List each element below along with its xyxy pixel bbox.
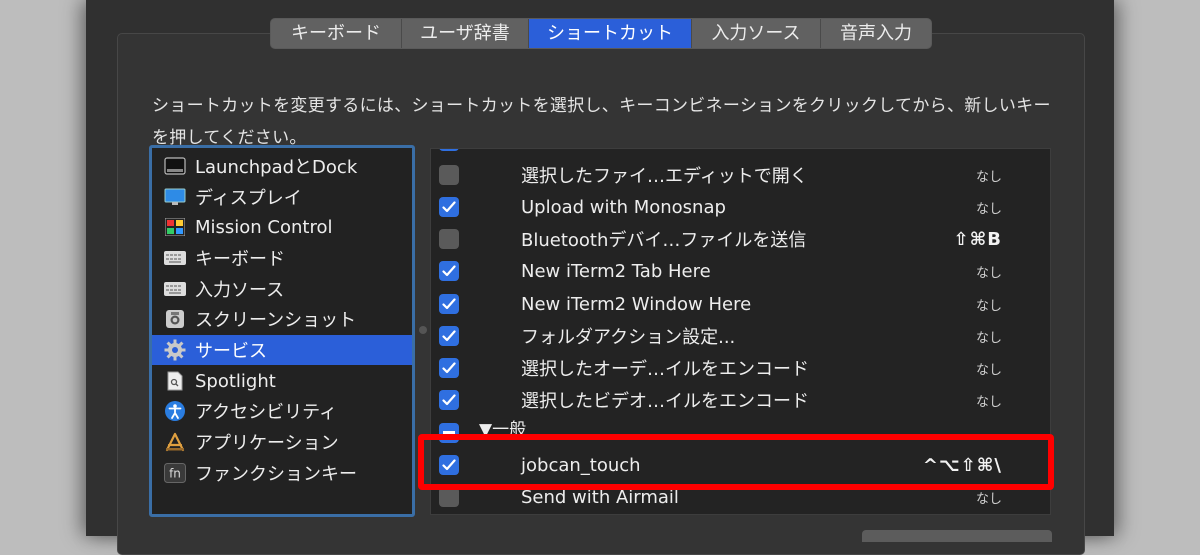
checkbox[interactable] (439, 326, 459, 346)
sidebar-item-services[interactable]: サービス (152, 335, 412, 365)
checkbox[interactable] (439, 149, 459, 151)
keyboard-icon (164, 247, 186, 269)
shortcut-key[interactable]: ^⌥⇧⌘\ (923, 455, 1002, 476)
group-label: ▼一般 (479, 420, 527, 440)
svg-text:fn: fn (169, 467, 181, 481)
sidebar-item-label: アクセシビリティ (195, 402, 338, 423)
shortcut-list[interactable]: 選択したファイ…エディットで開く なし Upload with Monosnap… (430, 148, 1051, 515)
sidebar-item-input-sources[interactable]: 入力ソース (152, 274, 412, 304)
sidebar-item-label: Spotlight (195, 370, 276, 392)
sidebar-item-label: サービス (195, 341, 267, 362)
sidebar-item-label: ディスプレイ (195, 188, 302, 209)
shortcut-name: Upload with Monosnap (521, 196, 726, 218)
sidebar-item-screenshots[interactable]: スクリーンショット (152, 304, 412, 334)
tab-user-dictionary[interactable]: ユーザ辞書 (402, 19, 529, 48)
tab-input-sources[interactable]: 入力ソース (692, 19, 821, 48)
sidebar-item-label: アプリケーション (195, 433, 339, 454)
spotlight-icon (164, 370, 186, 392)
checkbox[interactable] (439, 487, 459, 507)
list-row[interactable]: New iTerm2 Tab Here なし (431, 255, 1050, 287)
shortcut-key[interactable]: なし (976, 488, 1002, 507)
sidebar-item-accessibility[interactable]: アクセシビリティ (152, 396, 412, 426)
shortcut-category-list[interactable]: LaunchpadとDock ディスプレイ Mission Control キー… (149, 145, 415, 517)
sidebar-item-launchpad-dock[interactable]: LaunchpadとDock (152, 151, 412, 181)
shortcut-name: Send with Airmail (521, 486, 679, 508)
sidebar-item-label: キーボード (195, 249, 285, 270)
input-source-icon (164, 278, 186, 300)
fn-key-icon: fn (164, 462, 186, 484)
sidebar-item-display[interactable]: ディスプレイ (152, 182, 412, 212)
shortcut-key[interactable]: なし (976, 327, 1002, 346)
tab-dictation[interactable]: 音声入力 (821, 19, 931, 48)
sidebar-item-label: LaunchpadとDock (195, 157, 358, 178)
list-row[interactable]: Bluetoothデバイ…ファイルを送信 ⇧⌘B (431, 223, 1050, 255)
checkbox[interactable] (439, 261, 459, 281)
shortcut-key[interactable]: なし (976, 359, 1002, 378)
group-header-general[interactable]: ▼一般 (431, 417, 1050, 443)
display-icon (164, 186, 186, 208)
accessibility-icon (164, 400, 186, 422)
tab-keyboard[interactable]: キーボード (271, 19, 402, 48)
checkbox[interactable] (439, 197, 459, 217)
shortcut-name: New iTerm2 Window Here (521, 293, 752, 315)
checkbox[interactable] (439, 455, 459, 475)
checkbox[interactable] (439, 358, 459, 378)
sidebar-item-label: スクリーンショット (195, 310, 357, 331)
screenshot-icon (164, 308, 186, 330)
mission-control-icon (164, 216, 186, 238)
list-row[interactable]: 選択したオーデ…イルをエンコード なし (431, 352, 1050, 384)
shortcut-key[interactable]: なし (976, 295, 1002, 314)
shortcut-name: 選択したビデオ…イルをエンコード (521, 391, 809, 412)
splitter-handle[interactable] (419, 326, 427, 334)
shortcut-key[interactable]: なし (976, 166, 1002, 185)
sidebar-item-keyboard[interactable]: キーボード (152, 243, 412, 273)
shortcut-name: 選択したファイ…エディットで開く (521, 166, 808, 187)
sidebar-item-mission-control[interactable]: Mission Control (152, 212, 412, 242)
sidebar-item-spotlight[interactable]: Spotlight (152, 366, 412, 396)
shortcut-name: Bluetoothデバイ…ファイルを送信 (521, 230, 807, 251)
app-store-icon (164, 431, 186, 453)
checkbox[interactable] (439, 229, 459, 249)
list-row[interactable]: Upload with Monosnap なし (431, 191, 1050, 223)
shortcut-key[interactable]: なし (976, 391, 1002, 410)
tab-bar: キーボード ユーザ辞書 ショートカット 入力ソース 音声入力 (270, 18, 932, 49)
shortcut-key[interactable]: なし (976, 262, 1002, 281)
checkbox[interactable] (439, 165, 459, 185)
shortcut-key[interactable]: なし (976, 198, 1002, 217)
shortcut-name: jobcan_touch (521, 454, 641, 476)
shortcut-name: New iTerm2 Tab Here (521, 260, 711, 282)
list-row[interactable]: New iTerm2 Window Here なし (431, 288, 1050, 320)
list-row-jobcan-touch[interactable]: jobcan_touch ^⌥⇧⌘\ (431, 449, 1050, 481)
checkbox[interactable] (439, 423, 459, 443)
checkbox[interactable] (439, 294, 459, 314)
list-row[interactable]: フォルダアクション設定... なし (431, 320, 1050, 352)
list-row[interactable]: 選択したファイ…エディットで開く なし (431, 159, 1050, 191)
sidebar-item-applications[interactable]: アプリケーション (152, 427, 412, 457)
sidebar-item-label: ファンクションキー (195, 464, 357, 485)
sidebar-item-label: Mission Control (195, 216, 333, 238)
shortcut-name: 選択したオーデ…イルをエンコード (521, 359, 809, 380)
shortcut-key[interactable]: ⇧⌘B (953, 229, 1002, 250)
checkbox[interactable] (439, 390, 459, 410)
shortcut-name: フォルダアクション設定... (521, 327, 736, 348)
list-row[interactable]: 選択したビデオ…イルをエンコード なし (431, 384, 1050, 416)
gear-icon (164, 339, 186, 361)
tab-shortcuts[interactable]: ショートカット (529, 19, 692, 48)
list-row-partial (431, 149, 1050, 157)
sidebar-item-function-keys[interactable]: fn ファンクションキー (152, 458, 412, 488)
launchpad-dock-icon (164, 155, 186, 177)
sidebar-item-label: 入力ソース (195, 280, 285, 301)
restore-defaults-button[interactable] (862, 530, 1052, 542)
list-row[interactable]: Send with Airmail なし (431, 481, 1050, 513)
